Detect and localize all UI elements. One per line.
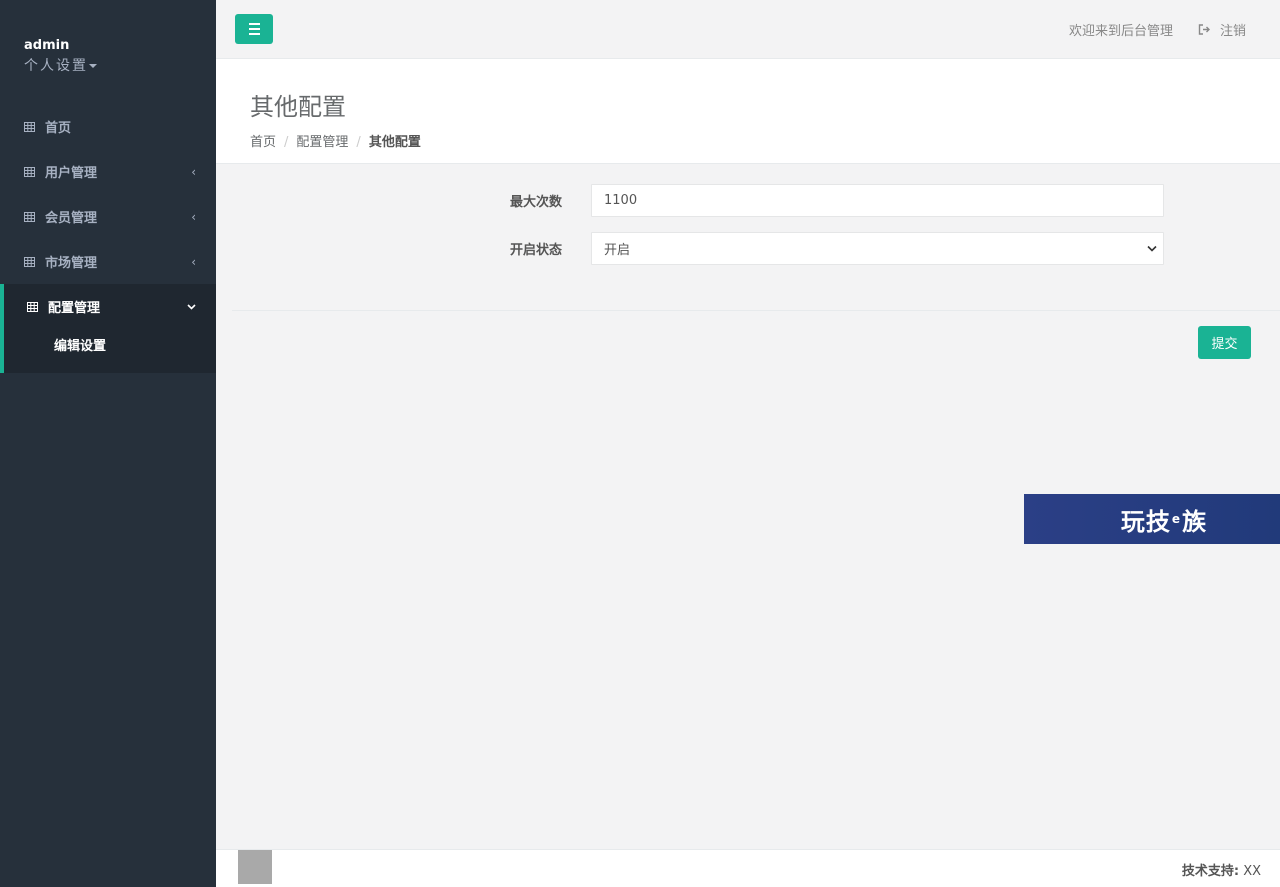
chevron-down-icon [1147,245,1157,252]
footer-support-value: XX [1243,864,1261,879]
page-heading: 其他配置 首页 / 配置管理 / 其他配置 [216,59,1280,164]
status-label: 开启状态 [510,243,563,258]
hamburger-icon [248,23,260,25]
footer-support-label: 技术支持: [1181,864,1240,879]
sign-out-icon [1198,24,1210,35]
sidebar-item-home[interactable]: 首页 [0,104,216,149]
status-value: 开启 [604,243,631,258]
sidebar-subitem-edit-settings[interactable]: 编辑设置 [0,329,216,373]
grid-icon [24,121,35,132]
sidebar-item-label: 用户管理 [45,166,98,181]
sidebar-subitem-label: 编辑设置 [54,339,107,354]
grid-icon [27,301,38,312]
banner-text-c: 族 [1182,507,1208,536]
logout-label: 注销 [1219,24,1246,39]
sidebar-item-users[interactable]: 用户管理 ‹ [0,149,216,194]
breadcrumb-config[interactable]: 配置管理 [296,135,348,150]
grid-icon [24,166,35,177]
breadcrumb-current: 其他配置 [368,135,421,150]
chevron-left-icon: ‹ [191,209,196,224]
profile-name: admin [24,38,70,53]
profile-block: admin 个人设置 [0,0,216,104]
breadcrumb: 首页 / 配置管理 / 其他配置 [250,131,1280,150]
chevron-left-icon: ‹ [191,254,196,269]
footer-support: 技术支持: XX [1182,860,1261,879]
form-divider [232,310,1280,311]
grid-icon [24,211,35,222]
chevron-left-icon: ‹ [191,164,196,179]
page-title: 其他配置 [250,93,346,121]
max-count-input[interactable]: 1100 [591,184,1164,217]
sidebar-item-market[interactable]: 市场管理 ‹ [0,239,216,284]
profile-settings-dropdown[interactable]: 个人设置 [24,55,216,75]
sidebar-item-config[interactable]: 配置管理 [0,284,216,329]
watermark-banner: 玩技 e 族 [1024,494,1280,544]
profile-settings-label: 个人设置 [24,58,88,74]
sidebar-item-label: 会员管理 [45,211,98,226]
sidebar-item-members[interactable]: 会员管理 ‹ [0,194,216,239]
logout-link[interactable]: 注销 [1198,20,1246,39]
hamburger-icon [248,28,260,30]
sidebar: admin 个人设置 首页 用户管理 ‹ 会员管理 ‹ 市场管理 ‹ 配置管理 [0,0,216,887]
submit-button[interactable]: 提交 [1198,326,1251,359]
sidebar-nav: 首页 用户管理 ‹ 会员管理 ‹ 市场管理 ‹ 配置管理 编辑设置 [0,104,216,373]
grid-icon [24,256,35,267]
top-navbar: 欢迎来到后台管理 注销 [216,0,1280,59]
banner-text-b: e [1171,512,1182,526]
max-count-label: 最大次数 [510,195,563,210]
chevron-down-icon [187,303,196,310]
breadcrumb-home[interactable]: 首页 [250,135,276,150]
footer: 技术支持: XX [216,849,1280,887]
max-count-value: 1100 [604,193,638,208]
welcome-text: 欢迎来到后台管理 [1068,24,1173,39]
sidebar-item-label: 市场管理 [45,256,98,271]
breadcrumb-separator: / [356,135,361,150]
banner-text-a: 玩技 [1120,507,1171,536]
breadcrumb-separator: / [284,135,289,150]
status-select[interactable]: 开启 [591,232,1164,265]
sidebar-item-label: 配置管理 [48,301,101,316]
menu-toggle-button[interactable] [235,14,273,44]
hamburger-icon [248,33,260,35]
watermark-blob [238,850,272,884]
sidebar-item-label: 首页 [45,121,72,136]
caret-down-icon [89,64,97,68]
